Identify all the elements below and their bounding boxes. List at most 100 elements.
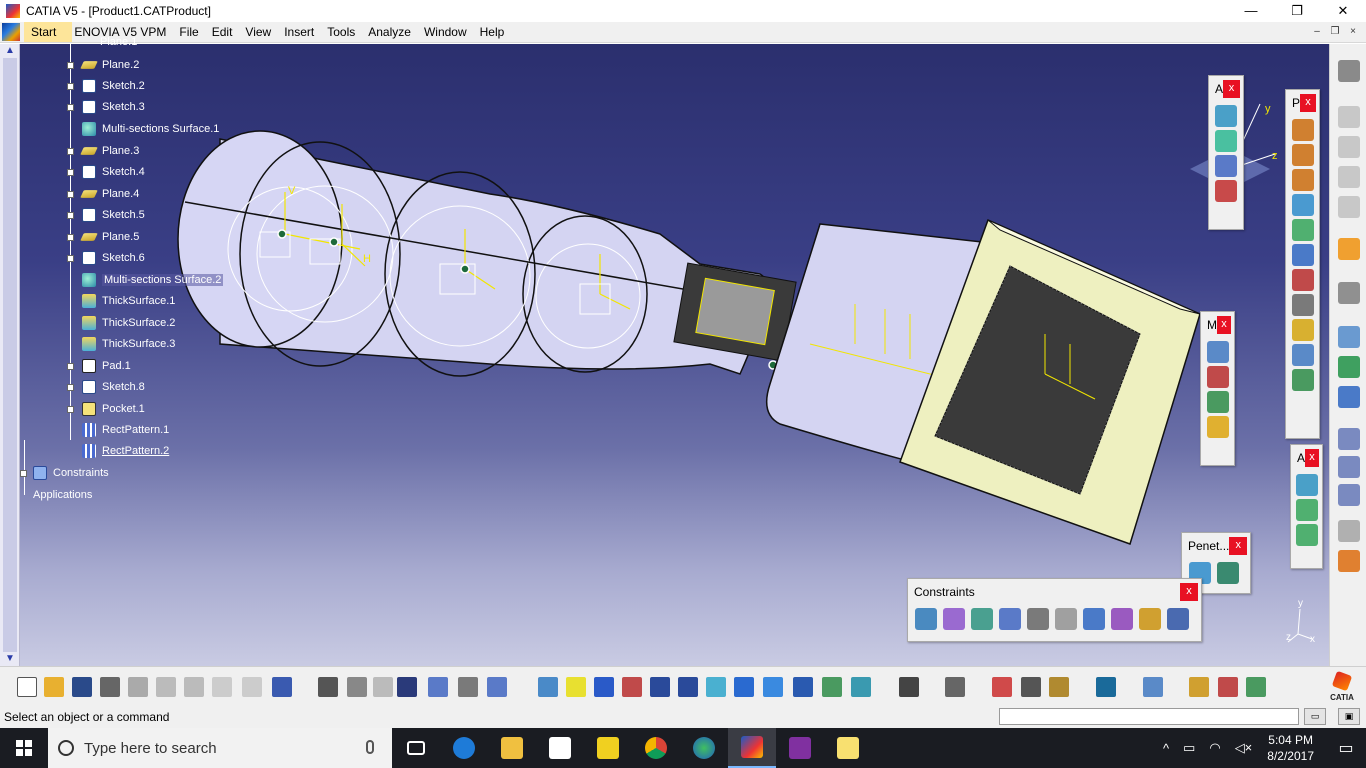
palette-a1[interactable]: Ax	[1208, 75, 1244, 230]
product-gear-icon[interactable]	[1291, 144, 1314, 166]
feature-icon[interactable]	[1295, 474, 1318, 496]
assembly-icon[interactable]	[1338, 196, 1360, 218]
expand-toggle-icon[interactable]	[67, 211, 74, 219]
flag-icon[interactable]	[1338, 484, 1360, 506]
tree-item-multi-sections-surface-1[interactable]: Multi-sections Surface.1	[82, 119, 219, 139]
formula-icon[interactable]	[318, 677, 338, 697]
expand-toggle-icon[interactable]	[67, 61, 74, 69]
tree-item-thicksurface-1[interactable]: ThickSurface.1	[82, 291, 175, 311]
zoom-out-icon[interactable]	[678, 677, 698, 697]
expand-toggle-icon[interactable]	[67, 103, 74, 111]
replace-icon[interactable]	[1291, 244, 1314, 266]
clock[interactable]: 5:04 PM 8/2/2017	[1267, 732, 1314, 764]
tree-item-constraints[interactable]: Constraints	[20, 463, 109, 483]
expand-toggle-icon[interactable]	[67, 383, 74, 391]
coincidence-icon[interactable]	[915, 608, 937, 630]
close-button[interactable]: ✕	[1320, 0, 1366, 22]
expand-toggle-icon[interactable]	[20, 469, 27, 477]
fix-together-icon[interactable]	[1055, 608, 1077, 630]
pan-icon[interactable]	[594, 677, 614, 697]
tree-item-sketch-5[interactable]: Sketch.5	[67, 205, 145, 225]
catia-taskbar-button[interactable]	[728, 728, 776, 768]
notification-icon[interactable]: ▭	[1326, 738, 1366, 758]
feature-icon[interactable]	[1295, 499, 1318, 521]
tree-item-sketch-2[interactable]: Sketch.2	[67, 76, 145, 96]
penetration-icon[interactable]	[1217, 562, 1239, 584]
expand-toggle-icon[interactable]	[67, 254, 74, 262]
tree-item-applications[interactable]: Applications	[33, 485, 92, 505]
feature-icon[interactable]	[1295, 524, 1318, 546]
tree-icon[interactable]	[1215, 155, 1237, 177]
measure-icon[interactable]	[1338, 428, 1360, 450]
hierarchy-icon[interactable]	[428, 677, 448, 697]
palette-close-button[interactable]: x	[1300, 94, 1316, 112]
measure-between-icon[interactable]	[992, 677, 1012, 697]
graph-icon[interactable]	[1291, 344, 1314, 366]
expand-toggle-icon[interactable]	[67, 362, 74, 370]
swap-visible-icon[interactable]	[851, 677, 871, 697]
isometric-view-icon[interactable]	[763, 677, 783, 697]
measure-item-icon[interactable]	[1021, 677, 1041, 697]
table-icon[interactable]	[397, 677, 417, 697]
load-icon[interactable]	[1291, 194, 1314, 216]
text-icon[interactable]	[1338, 456, 1360, 478]
expand-toggle-icon[interactable]	[67, 233, 74, 241]
taskbar-search-box[interactable]: Type here to search	[48, 728, 392, 768]
apply-material-icon[interactable]	[1189, 677, 1209, 697]
print-icon[interactable]	[100, 677, 120, 697]
multi-view-icon[interactable]	[734, 677, 754, 697]
redo-icon[interactable]	[242, 677, 262, 697]
text-icon[interactable]	[1291, 294, 1314, 316]
tree-item-plane-4[interactable]: Plane.4	[67, 184, 139, 204]
tree-item-plane-3[interactable]: Plane.3	[67, 141, 139, 161]
reuse-pattern-icon[interactable]	[1167, 608, 1189, 630]
gear-icon[interactable]	[1338, 60, 1360, 82]
copy-icon[interactable]	[156, 677, 176, 697]
fit-all-icon[interactable]	[566, 677, 586, 697]
expand-toggle-icon[interactable]	[67, 82, 74, 90]
scene-icon[interactable]	[1246, 677, 1266, 697]
palette-constraints[interactable]: Constraints x	[907, 578, 1202, 642]
reorder-icon[interactable]	[1215, 180, 1237, 202]
rotate-icon[interactable]	[622, 677, 642, 697]
clash-icon[interactable]	[1206, 416, 1229, 438]
flexible-icon[interactable]	[1111, 608, 1133, 630]
geo-app-button[interactable]	[680, 728, 728, 768]
knowledge-icon[interactable]	[1096, 677, 1116, 697]
offset-icon[interactable]	[971, 608, 993, 630]
unload-icon[interactable]	[1291, 219, 1314, 241]
minimize-button[interactable]: —	[1228, 0, 1274, 22]
menu-tools[interactable]: Tools	[325, 22, 366, 42]
angle-icon[interactable]	[999, 608, 1021, 630]
scroll-down-arrow-icon[interactable]: ▼	[0, 652, 20, 666]
reorder-icon[interactable]	[1291, 269, 1314, 291]
doc-minimize-button[interactable]: –	[1308, 24, 1326, 40]
render-icon[interactable]	[1218, 677, 1238, 697]
command-clear-icon[interactable]: ▣	[1338, 708, 1360, 725]
pointer-icon[interactable]	[1338, 238, 1360, 260]
menu-help[interactable]: Help	[478, 22, 516, 42]
zoom-in-icon[interactable]	[650, 677, 670, 697]
hide-show-icon[interactable]	[822, 677, 842, 697]
battery-icon[interactable]: ▭	[1183, 740, 1195, 756]
scroll-up-arrow-icon[interactable]: ▲	[0, 44, 20, 58]
explode-icon[interactable]	[1206, 391, 1229, 413]
flag-icon[interactable]	[1291, 319, 1314, 341]
scroll-thumb[interactable]	[3, 58, 17, 652]
contact-icon[interactable]	[943, 608, 965, 630]
cut-icon[interactable]	[128, 677, 148, 697]
palette-close-button[interactable]: x	[1305, 449, 1319, 467]
file-explorer-button[interactable]	[488, 728, 536, 768]
product-gear-icon[interactable]	[1291, 169, 1314, 191]
snap-icon[interactable]	[1206, 366, 1229, 388]
measure-inertia-icon[interactable]	[1049, 677, 1069, 697]
menu-insert[interactable]: Insert	[282, 22, 325, 42]
palette-close-button[interactable]: x	[1180, 583, 1198, 601]
light-icon[interactable]	[373, 677, 393, 697]
chrome-button[interactable]	[632, 728, 680, 768]
component-icon[interactable]	[1215, 130, 1237, 152]
tree-item-plane-5[interactable]: Plane.5	[67, 227, 139, 247]
expand-toggle-icon[interactable]	[67, 168, 74, 176]
tree-item-partial[interactable]: Plane.1	[100, 36, 137, 48]
expand-toggle-icon[interactable]	[67, 405, 74, 413]
